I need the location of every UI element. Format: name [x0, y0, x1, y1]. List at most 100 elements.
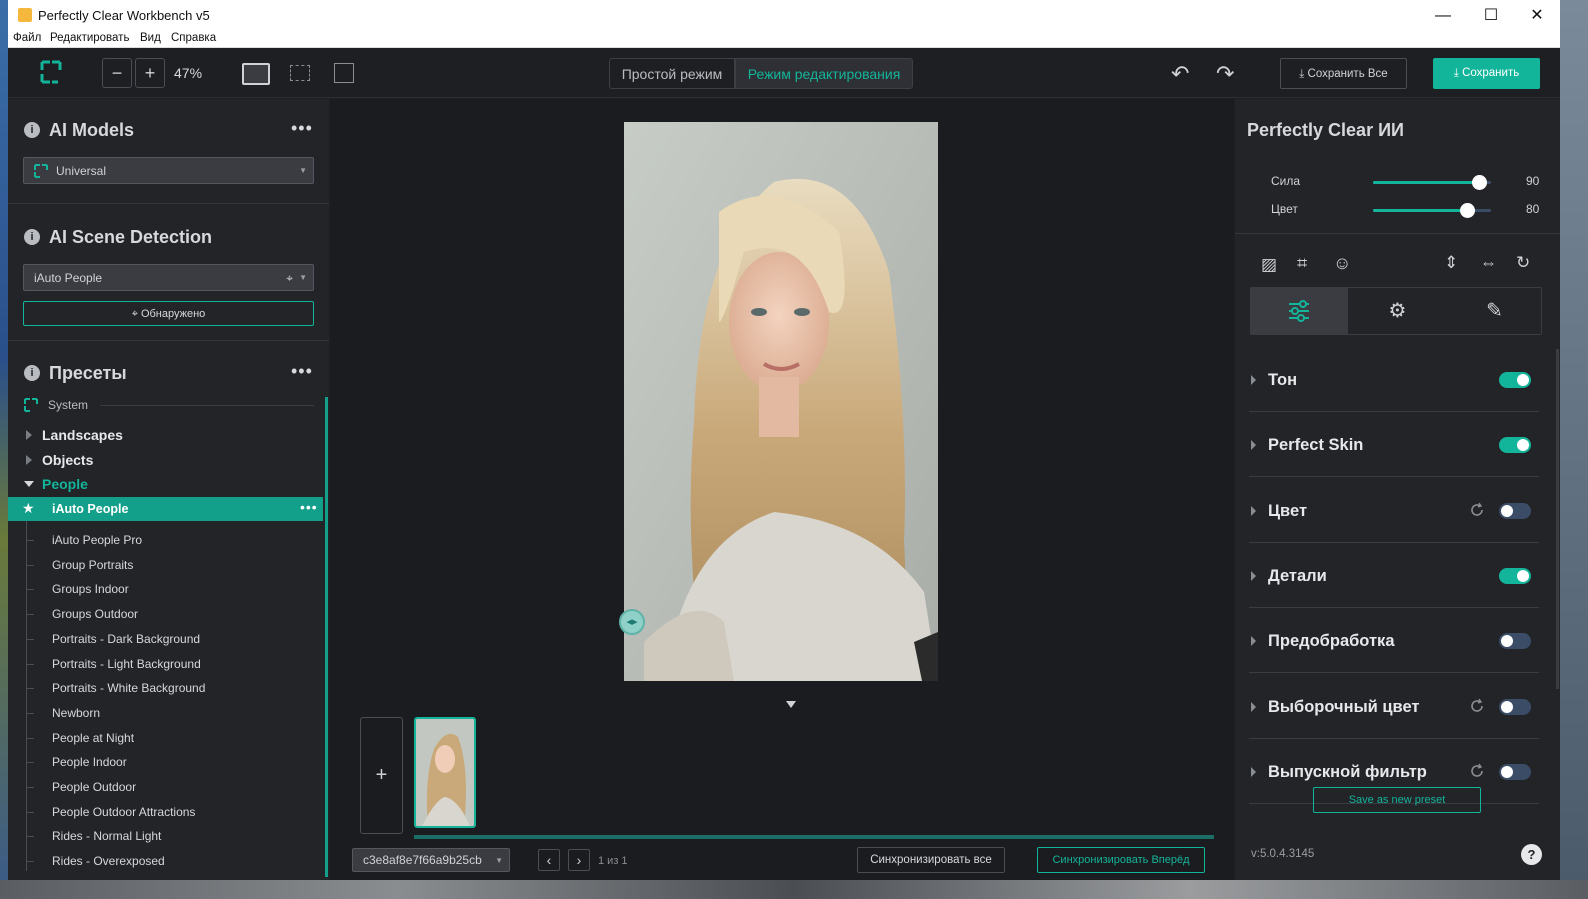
adjustment-row[interactable]: Perfect Skin [1249, 412, 1539, 478]
collapse-arrow-icon[interactable] [24, 481, 34, 487]
menu-view[interactable]: Вид [140, 32, 161, 44]
menu-file[interactable]: Файл [13, 32, 41, 44]
expand-arrow-icon[interactable] [1251, 636, 1256, 647]
face-icon[interactable]: ☺ [1333, 253, 1351, 274]
detected-button[interactable]: ⌖ Обнаружено [23, 301, 314, 326]
preset-item[interactable]: Newborn [52, 706, 100, 720]
expand-arrow-icon[interactable] [1251, 701, 1256, 712]
more-options-icon[interactable]: ••• [291, 119, 313, 137]
crop-icon[interactable]: ⌗ [1297, 253, 1307, 274]
expand-arrow-icon[interactable] [1251, 570, 1256, 581]
reset-icon[interactable] [1469, 502, 1485, 518]
preset-group-landscapes[interactable]: Landscapes [42, 427, 123, 443]
file-select[interactable]: c3e8af8e7f66a9b25cb ▼ [352, 848, 510, 872]
preset-item[interactable]: Groups Outdoor [52, 607, 138, 621]
slider-knob[interactable] [1472, 175, 1487, 190]
preset-item[interactable]: People Indoor [52, 755, 127, 769]
toggle-switch[interactable] [1499, 567, 1531, 584]
preset-item[interactable]: Groups Indoor [52, 582, 129, 596]
split-view-icon[interactable] [290, 65, 310, 81]
close-button[interactable]: ✕ [1514, 0, 1560, 31]
flip-vertical-icon[interactable]: ⇕ [1444, 253, 1458, 273]
previous-icon[interactable]: ‹ [538, 849, 560, 871]
preset-item[interactable]: Portraits - White Background [52, 681, 205, 695]
toggle-switch[interactable] [1499, 372, 1531, 388]
toggle-switch[interactable] [1499, 502, 1531, 519]
zoom-out-button[interactable]: − [102, 58, 132, 88]
preset-item[interactable]: Rides - Normal Light [52, 829, 161, 843]
expand-arrow-icon[interactable] [26, 455, 32, 465]
preset-item-active[interactable]: ★ iAuto People ••• [8, 497, 323, 521]
expand-arrow-icon[interactable] [1251, 440, 1256, 451]
sync-all-button[interactable]: Синхронизировать все [857, 847, 1005, 873]
preset-item[interactable]: People at Night [52, 731, 134, 745]
ai-effects-icon[interactable]: ⚙ [1349, 288, 1446, 334]
toggle-switch[interactable] [1499, 633, 1531, 650]
expand-arrow-icon[interactable] [1251, 766, 1256, 777]
adjustment-row[interactable]: Детали [1249, 543, 1539, 608]
undo-icon[interactable]: ↶ [1171, 61, 1189, 87]
single-view-icon[interactable] [242, 63, 270, 85]
help-button[interactable]: ? [1521, 844, 1542, 865]
preset-item[interactable]: iAuto People Pro [52, 533, 142, 547]
compare-view-icon[interactable] [334, 63, 354, 83]
download-icon: ⤓ [1299, 68, 1308, 80]
adjustment-row[interactable]: Выборочный цвет [1249, 674, 1539, 739]
reset-icon[interactable] [1469, 698, 1485, 714]
image-thumbnail[interactable] [414, 717, 476, 828]
canvas-area: ◂▸ + c3e8af8e7f66a9b25cb ▼ ‹ › 1 из 1 Си… [330, 99, 1234, 880]
toggle-switch[interactable] [1499, 698, 1531, 715]
slider-label: Сила [1271, 174, 1301, 188]
preset-group-people[interactable]: People [42, 476, 88, 492]
tab-adjustments[interactable] [1251, 288, 1348, 334]
reset-icon[interactable] [1469, 763, 1485, 779]
chevron-down-icon[interactable] [786, 701, 796, 708]
info-icon[interactable]: i [24, 365, 40, 381]
flip-horizontal-icon[interactable]: ⇔ [1480, 253, 1497, 273]
expand-arrow-icon[interactable] [26, 430, 32, 440]
maximize-button[interactable]: ☐ [1468, 0, 1514, 31]
minimize-button[interactable]: — [1420, 0, 1466, 31]
scene-select[interactable]: iAuto People ⌖ ▼ [23, 264, 314, 291]
expand-arrow-icon[interactable] [1251, 375, 1256, 385]
adjustment-row[interactable]: Тон [1249, 347, 1539, 412]
histogram-icon[interactable]: ▨ [1261, 255, 1277, 275]
preset-item[interactable]: People Outdoor [52, 780, 136, 794]
ai-model-select[interactable]: Universal ▼ [23, 157, 314, 184]
scrollbar[interactable] [325, 397, 328, 877]
palette-icon[interactable]: ✎ [1446, 288, 1543, 334]
adjustment-row[interactable]: Предобработка [1249, 608, 1539, 674]
filmstrip-scrollbar[interactable] [414, 835, 1214, 839]
save-button[interactable]: ⤓ Сохранить [1433, 58, 1540, 89]
menu-help[interactable]: Справка [171, 32, 216, 44]
add-image-button[interactable]: + [360, 717, 403, 834]
preset-item[interactable]: Rides - Overexposed [52, 854, 165, 868]
next-icon[interactable]: › [568, 849, 590, 871]
preset-item[interactable]: Portraits - Dark Background [52, 632, 200, 646]
preset-group-objects[interactable]: Objects [42, 452, 93, 468]
divider [8, 203, 329, 204]
save-preset-button[interactable]: Save as new preset [1313, 787, 1481, 813]
redo-icon[interactable]: ↷ [1216, 61, 1234, 87]
sync-forward-button[interactable]: Синхронизировать Вперёд [1037, 847, 1205, 873]
scrollbar[interactable] [1556, 349, 1559, 689]
adjustment-row[interactable]: Цвет [1249, 478, 1539, 543]
more-options-icon[interactable]: ••• [300, 499, 318, 515]
toggle-switch[interactable] [1499, 763, 1531, 780]
save-all-button[interactable]: ⤓ Сохранить Все [1280, 58, 1407, 89]
preset-item[interactable]: Portraits - Light Background [52, 657, 201, 671]
info-icon[interactable]: i [24, 122, 40, 138]
info-icon[interactable]: i [24, 229, 40, 245]
slider-knob[interactable] [1460, 203, 1475, 218]
mode-simple-button[interactable]: Простой режим [609, 58, 735, 89]
toggle-switch[interactable] [1499, 437, 1531, 454]
mode-edit-button[interactable]: Режим редактирования [735, 58, 913, 89]
zoom-in-button[interactable]: + [135, 58, 165, 88]
split-handle-icon[interactable]: ◂▸ [619, 609, 645, 635]
menu-edit[interactable]: Редактировать [50, 32, 129, 44]
preset-item[interactable]: Group Portraits [52, 558, 133, 572]
preset-item[interactable]: People Outdoor Attractions [52, 805, 195, 819]
expand-arrow-icon[interactable] [1251, 505, 1256, 516]
rotate-icon[interactable]: ↻ [1516, 253, 1530, 273]
more-options-icon[interactable]: ••• [291, 362, 313, 380]
